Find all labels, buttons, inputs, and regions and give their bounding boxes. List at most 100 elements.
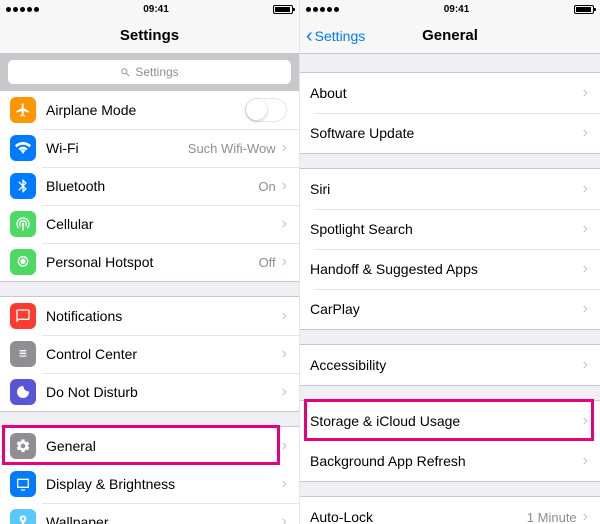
chevron-right-icon: › — [282, 215, 287, 233]
row-display-brightness[interactable]: Display & Brightness › — [0, 465, 299, 503]
row-auto-lock[interactable]: Auto-Lock 1 Minute › — [300, 497, 600, 524]
group-notifications: Notifications › Control Center › Do Not … — [0, 296, 299, 412]
bluetooth-icon — [10, 173, 36, 199]
search-input[interactable]: Settings — [8, 60, 291, 84]
chevron-right-icon: › — [282, 177, 287, 195]
row-notifications[interactable]: Notifications › — [0, 297, 299, 335]
row-label: Handoff & Suggested Apps — [310, 261, 583, 277]
row-label: Control Center — [46, 346, 282, 362]
page-title: Settings — [120, 27, 179, 44]
status-bar: 09:41 — [0, 0, 299, 18]
row-siri[interactable]: Siri › — [300, 169, 600, 209]
row-airplane-mode[interactable]: Airplane Mode — [0, 91, 299, 129]
back-button[interactable]: ‹ Settings — [306, 26, 365, 46]
row-label: Spotlight Search — [310, 221, 583, 237]
row-detail: 1 Minute — [527, 510, 577, 524]
settings-root-screen: 09:41 Settings Settings Airplane Mode Wi… — [0, 0, 300, 524]
nav-bar: Settings — [0, 18, 299, 54]
chevron-right-icon: › — [282, 475, 287, 493]
hotspot-icon — [10, 249, 36, 275]
chevron-right-icon: › — [282, 253, 287, 271]
row-label: CarPlay — [310, 301, 583, 317]
cellular-icon — [10, 211, 36, 237]
row-label: Auto-Lock — [310, 509, 527, 524]
display-icon — [10, 471, 36, 497]
back-label: Settings — [315, 28, 366, 44]
row-label: Wi-Fi — [46, 140, 188, 156]
row-label: Do Not Disturb — [46, 384, 282, 400]
chevron-right-icon: › — [583, 508, 588, 524]
signal-dots-icon — [306, 7, 339, 12]
row-accessibility[interactable]: Accessibility › — [300, 345, 600, 385]
battery-icon — [574, 5, 594, 14]
chevron-right-icon: › — [282, 513, 287, 524]
row-detail: Such Wifi-Wow — [188, 141, 276, 156]
wifi-icon — [10, 135, 36, 161]
group-autolock: Auto-Lock 1 Minute › Restrictions Off › — [300, 496, 600, 524]
status-bar: 09:41 — [300, 0, 600, 18]
group-general: General › Display & Brightness › Wallpap… — [0, 426, 299, 524]
chevron-right-icon: › — [583, 300, 588, 318]
status-time: 09:41 — [444, 4, 470, 15]
row-personal-hotspot[interactable]: Personal Hotspot Off › — [0, 243, 299, 281]
row-general[interactable]: General › — [0, 427, 299, 465]
row-about[interactable]: About › — [300, 73, 600, 113]
row-label: Software Update — [310, 125, 583, 141]
dnd-icon — [10, 379, 36, 405]
nav-bar: ‹ Settings General — [300, 18, 600, 54]
notifications-icon — [10, 303, 36, 329]
chevron-right-icon: › — [583, 180, 588, 198]
row-detail: On — [258, 179, 275, 194]
row-do-not-disturb[interactable]: Do Not Disturb › — [0, 373, 299, 411]
chevron-right-icon: › — [583, 412, 588, 430]
airplane-toggle[interactable] — [245, 98, 287, 122]
chevron-left-icon: ‹ — [306, 26, 313, 46]
row-carplay[interactable]: CarPlay › — [300, 289, 600, 329]
row-label: Storage & iCloud Usage — [310, 413, 583, 429]
chevron-right-icon: › — [583, 260, 588, 278]
row-detail: Off — [259, 255, 276, 270]
chevron-right-icon: › — [282, 345, 287, 363]
row-label: Personal Hotspot — [46, 254, 259, 270]
row-label: About — [310, 85, 583, 101]
chevron-right-icon: › — [282, 437, 287, 455]
row-label: Wallpaper — [46, 514, 282, 524]
signal-dots-icon — [6, 7, 39, 12]
row-label: Cellular — [46, 216, 282, 232]
row-control-center[interactable]: Control Center › — [0, 335, 299, 373]
group-about: About › Software Update › — [300, 72, 600, 154]
search-wrap: Settings — [0, 54, 299, 90]
row-label: Notifications — [46, 308, 282, 324]
chevron-right-icon: › — [282, 383, 287, 401]
row-background-app-refresh[interactable]: Background App Refresh › — [300, 441, 600, 481]
chevron-right-icon: › — [282, 139, 287, 157]
search-placeholder: Settings — [135, 65, 178, 79]
row-label: General — [46, 438, 282, 454]
row-storage-icloud-usage[interactable]: Storage & iCloud Usage › — [300, 401, 600, 441]
page-title: General — [422, 27, 478, 44]
row-wifi[interactable]: Wi-Fi Such Wifi-Wow › — [0, 129, 299, 167]
chevron-right-icon: › — [583, 452, 588, 470]
chevron-right-icon: › — [583, 124, 588, 142]
wallpaper-icon — [10, 509, 36, 524]
chevron-right-icon: › — [282, 307, 287, 325]
group-siri: Siri › Spotlight Search › Handoff & Sugg… — [300, 168, 600, 330]
row-spotlight-search[interactable]: Spotlight Search › — [300, 209, 600, 249]
row-handoff[interactable]: Handoff & Suggested Apps › — [300, 249, 600, 289]
group-connectivity: Airplane Mode Wi-Fi Such Wifi-Wow › Blue… — [0, 90, 299, 282]
control-center-icon — [10, 341, 36, 367]
gear-icon — [10, 433, 36, 459]
group-accessibility: Accessibility › — [300, 344, 600, 386]
row-wallpaper[interactable]: Wallpaper › — [0, 503, 299, 524]
row-label: Background App Refresh — [310, 453, 583, 469]
chevron-right-icon: › — [583, 356, 588, 374]
row-bluetooth[interactable]: Bluetooth On › — [0, 167, 299, 205]
row-label: Siri — [310, 181, 583, 197]
row-label: Accessibility — [310, 357, 583, 373]
chevron-right-icon: › — [583, 84, 588, 102]
row-cellular[interactable]: Cellular › — [0, 205, 299, 243]
chevron-right-icon: › — [583, 220, 588, 238]
row-software-update[interactable]: Software Update › — [300, 113, 600, 153]
search-icon — [120, 67, 131, 78]
row-label: Bluetooth — [46, 178, 258, 194]
